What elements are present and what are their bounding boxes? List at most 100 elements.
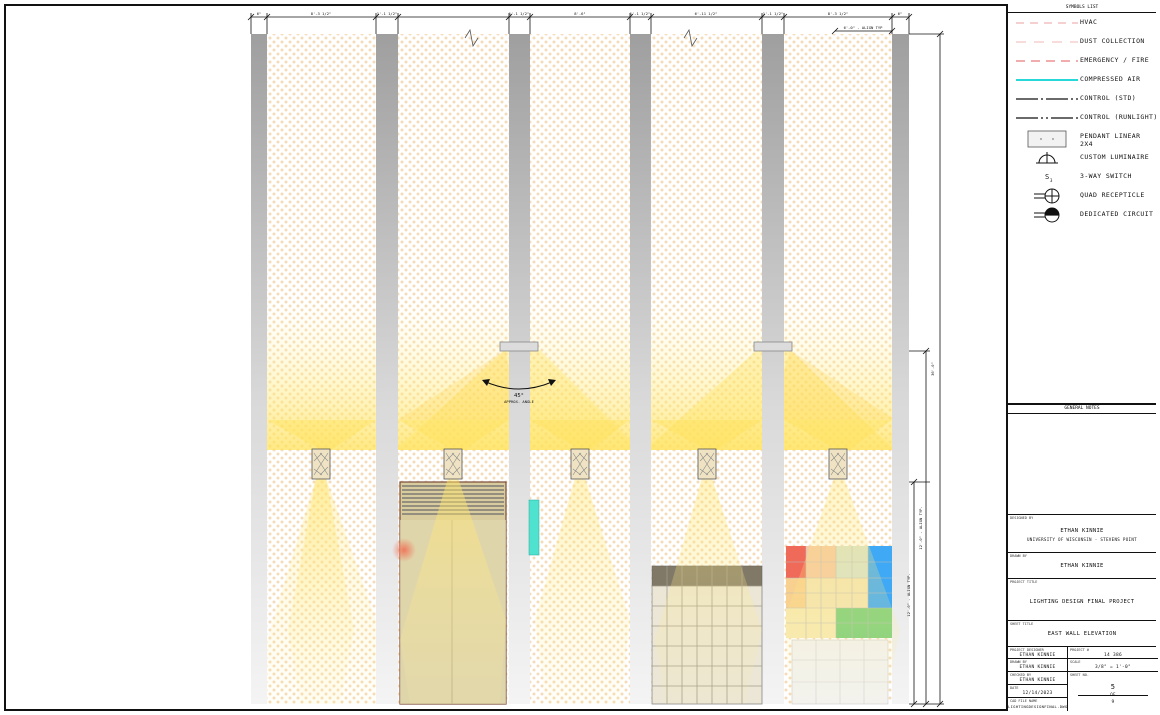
of-label: OF (1110, 692, 1116, 697)
legend-item-dedicated-circuit: DEDICATED CIRCUIT (1008, 206, 1156, 224)
legend-label: CONTROL (RUNLIGHT) (1080, 113, 1158, 121)
symbols-legend: SYMBOLS LIST HVAC DUST COLLECTION EMERGE… (1008, 4, 1158, 404)
sheet-number-cell: SHEET NO. 5 OF 9 (1068, 672, 1158, 711)
custom-luminaire (697, 448, 717, 480)
three-way-switch-icon: S 3 (1045, 173, 1053, 183)
custom-luminaire (828, 448, 848, 480)
designer-block: DESIGNED BY ETHAN KINNIE UNIVERSITY OF W… (1008, 515, 1156, 553)
designer-school: UNIVERSITY OF WISCONSIN - STEVENS POINT (1026, 537, 1138, 542)
pendant-linear-fixture (753, 341, 793, 352)
top-dimensions (247, 13, 913, 35)
dimension-label: 8'-6" (574, 11, 585, 16)
cell-caption: CHECKED BY (1010, 673, 1032, 677)
dimension-label: 12'-0" - ALIGN TYP. (918, 506, 923, 549)
designer-name: ETHAN KINNIE (1060, 528, 1104, 534)
project-info-grid: PROJECT DESIGNER ETHAN KINNIE DRAWN BY E… (1008, 647, 1158, 711)
custom-luminaire (443, 448, 463, 480)
general-notes-title: GENERAL NOTES (1008, 405, 1156, 414)
column (762, 34, 784, 704)
legend-item-custom-luminaire: CUSTOM LUMINAIRE (1008, 149, 1156, 167)
dimension-label: 6" (898, 11, 903, 16)
legend-label: PENDANT LINEAR 2X4 (1080, 132, 1141, 148)
legend-item-compressed-air: COMPRESSED AIR (1008, 71, 1156, 89)
dimension-label: 8'-3 1/2" (311, 11, 332, 16)
column (251, 34, 267, 704)
title-block: SYMBOLS LIST HVAC DUST COLLECTION EMERGE… (1006, 4, 1158, 711)
right-dimensions (909, 30, 944, 708)
project-title: LIGHTING DESIGN FINAL PROJECT (1029, 599, 1135, 605)
compressed-air-panel (528, 499, 540, 556)
sheet-number: 5 (1110, 683, 1116, 691)
cell-caption: PROJECT # (1070, 648, 1089, 652)
legend-label: COMPRESSED AIR (1080, 75, 1141, 83)
column (376, 34, 398, 704)
column (509, 34, 530, 704)
switch-symbol: S (1045, 173, 1049, 181)
dash-dot-line-icon (1016, 98, 1078, 100)
legend-label: CUSTOM LUMINAIRE (1080, 153, 1150, 161)
legend-label: CONTROL (STD) (1080, 94, 1137, 102)
switch-subscript: 3 (1050, 178, 1053, 183)
dash-line-icon (1016, 22, 1078, 24)
sheet-title-block: SHEET TITLE EAST WALL ELEVATION (1008, 621, 1156, 647)
drawn-by-caption: DRAWN BY (1010, 554, 1027, 558)
dimension-label: 1'-1 1/2" (630, 11, 651, 16)
cell-value: 14 386 (1103, 653, 1123, 658)
dash-line-icon (1016, 60, 1078, 62)
dimension-label: 1'-1 1/2" (509, 11, 530, 16)
legend-label: 3-WAY SWITCH (1080, 172, 1132, 180)
dimension-label: 1'-1 1/2" (377, 11, 398, 16)
cell-value: ETHAN KINNIE (1019, 665, 1056, 670)
designer-caption: DESIGNED BY (1010, 516, 1034, 520)
legend-title: SYMBOLS LIST (1008, 4, 1156, 13)
legend-item-pendant-linear: PENDANT LINEAR 2X4 (1008, 128, 1156, 150)
general-notes: GENERAL NOTES (1008, 404, 1156, 515)
solid-line-icon (1016, 79, 1078, 81)
cell-caption: CAD FILE NAME (1010, 699, 1038, 703)
legend-label: QUAD RECEPTICLE (1080, 191, 1145, 199)
dimension-label: 12'-0" - ALIGN TYP. (906, 573, 911, 616)
project-title-caption: PROJECT TITLE (1010, 580, 1038, 584)
custom-luminaire (311, 448, 331, 480)
dash-dot-dot-line-icon (1016, 117, 1078, 119)
quad-receptacle-icon (1034, 188, 1060, 204)
cell-caption: PROJECT DESIGNER (1010, 648, 1044, 652)
legend-item-hvac: HVAC (1008, 14, 1156, 32)
legend-item-emergency-fire: EMERGENCY / FIRE (1008, 52, 1156, 70)
legend-item-control-runlight: CONTROL (RUNLIGHT) (1008, 109, 1158, 127)
project-designer-cell: PROJECT DESIGNER ETHAN KINNIE (1008, 647, 1068, 659)
cell-caption: SCALE (1070, 660, 1081, 664)
cell-value: 12/14/2023 (1022, 691, 1053, 696)
project-title-block: PROJECT TITLE LIGHTING DESIGN FINAL PROJ… (1008, 579, 1156, 621)
drawn-by-cell: DRAWN BY ETHAN KINNIE (1008, 659, 1068, 672)
cell-value: LIGHTINGDESIGNFINAL.DWG (1008, 704, 1068, 709)
legend-label: DUST COLLECTION (1080, 37, 1145, 45)
dimension-label: 6" (257, 11, 262, 16)
legend-item-quad-receptacle: QUAD RECEPTICLE (1008, 187, 1156, 205)
cad-file-cell: CAD FILE NAME LIGHTINGDESIGNFINAL.DWG (1008, 698, 1068, 711)
legend-label: HVAC (1080, 18, 1098, 26)
pendant-linear-icon (1027, 130, 1067, 148)
legend-item-3-way-switch: S 3 3-WAY SWITCH (1008, 168, 1156, 186)
column (630, 34, 651, 704)
dimension-label: 36'-0" (930, 362, 935, 376)
cell-caption: DRAWN BY (1010, 660, 1027, 664)
angle-caption: APPROX. ANGLE (504, 399, 534, 404)
checked-by-cell: CHECKED BY ETHAN KINNIE (1008, 672, 1068, 685)
elevation-drawing: 45° APPROX. ANGLE 6" 8'-3 1/2" 1'-1 1/2"… (247, 11, 944, 708)
sheet-title: EAST WALL ELEVATION (1047, 631, 1117, 637)
dimension-label: 6'-11 1/2" (695, 11, 718, 16)
pendant-linear-fixture (499, 341, 539, 352)
legend-label: DEDICATED CIRCUIT (1080, 210, 1154, 218)
cell-caption: SHEET NO. (1070, 673, 1089, 677)
total-sheets: 9 (1111, 700, 1115, 705)
custom-luminaire-icon (1036, 152, 1058, 164)
cell-value: ETHAN KINNIE (1019, 653, 1056, 658)
cell-value: ETHAN KINNIE (1019, 678, 1056, 683)
long-dash-line-icon (1016, 41, 1078, 43)
legend-item-dust-collection: DUST COLLECTION (1008, 33, 1156, 51)
cell-caption: DATE (1010, 686, 1019, 690)
date-cell: DATE 12/14/2023 (1008, 685, 1068, 698)
project-number-cell: PROJECT # 14 386 (1068, 647, 1158, 659)
drawn-by-name: ETHAN KINNIE (1060, 563, 1104, 569)
